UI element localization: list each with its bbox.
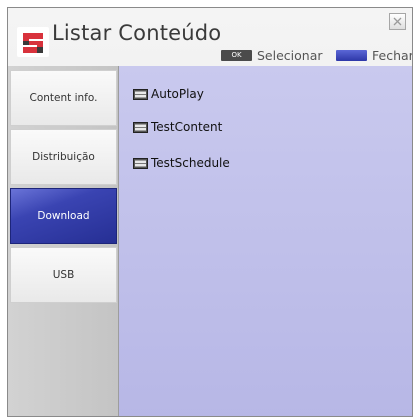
list-item-label: TestSchedule [151, 156, 230, 170]
tab-label: Content info. [29, 92, 98, 104]
select-label: Selecionar [257, 48, 323, 63]
close-icon [393, 17, 402, 26]
tab-label: Distribuição [32, 151, 95, 163]
tab-usb[interactable]: USB [10, 247, 117, 303]
dialog-header: Listar Conteúdo OK Selecionar Fechar [8, 8, 412, 66]
list-item-label: TestContent [151, 120, 223, 134]
tab-label: USB [52, 269, 75, 281]
tab-label: Download [37, 210, 90, 222]
tab-download[interactable]: Download [10, 188, 117, 244]
list-item[interactable]: TestContent [133, 119, 222, 135]
tab-distribuicao[interactable]: Distribuição [10, 129, 117, 185]
folder-icon [133, 121, 148, 133]
close-label: Fechar [372, 48, 413, 63]
content-list-dialog: Listar Conteúdo OK Selecionar Fechar Con… [7, 7, 413, 417]
folder-icon [133, 88, 148, 100]
tab-content-info[interactable]: Content info. [10, 70, 117, 126]
folder-icon [133, 157, 148, 169]
ok-key-badge: OK [221, 50, 252, 61]
content-list: AutoPlay TestContent TestSchedule [119, 66, 412, 416]
dialog-title: Listar Conteúdo [52, 21, 222, 45]
list-item[interactable]: AutoPlay [133, 86, 204, 102]
list-item[interactable]: TestSchedule [133, 155, 230, 171]
list-item-label: AutoPlay [151, 87, 204, 101]
blue-key-badge [336, 50, 367, 61]
app-logo-icon [17, 27, 49, 57]
sidebar: Content info. Distribuição Download USB [8, 66, 119, 416]
close-button[interactable] [389, 13, 406, 30]
